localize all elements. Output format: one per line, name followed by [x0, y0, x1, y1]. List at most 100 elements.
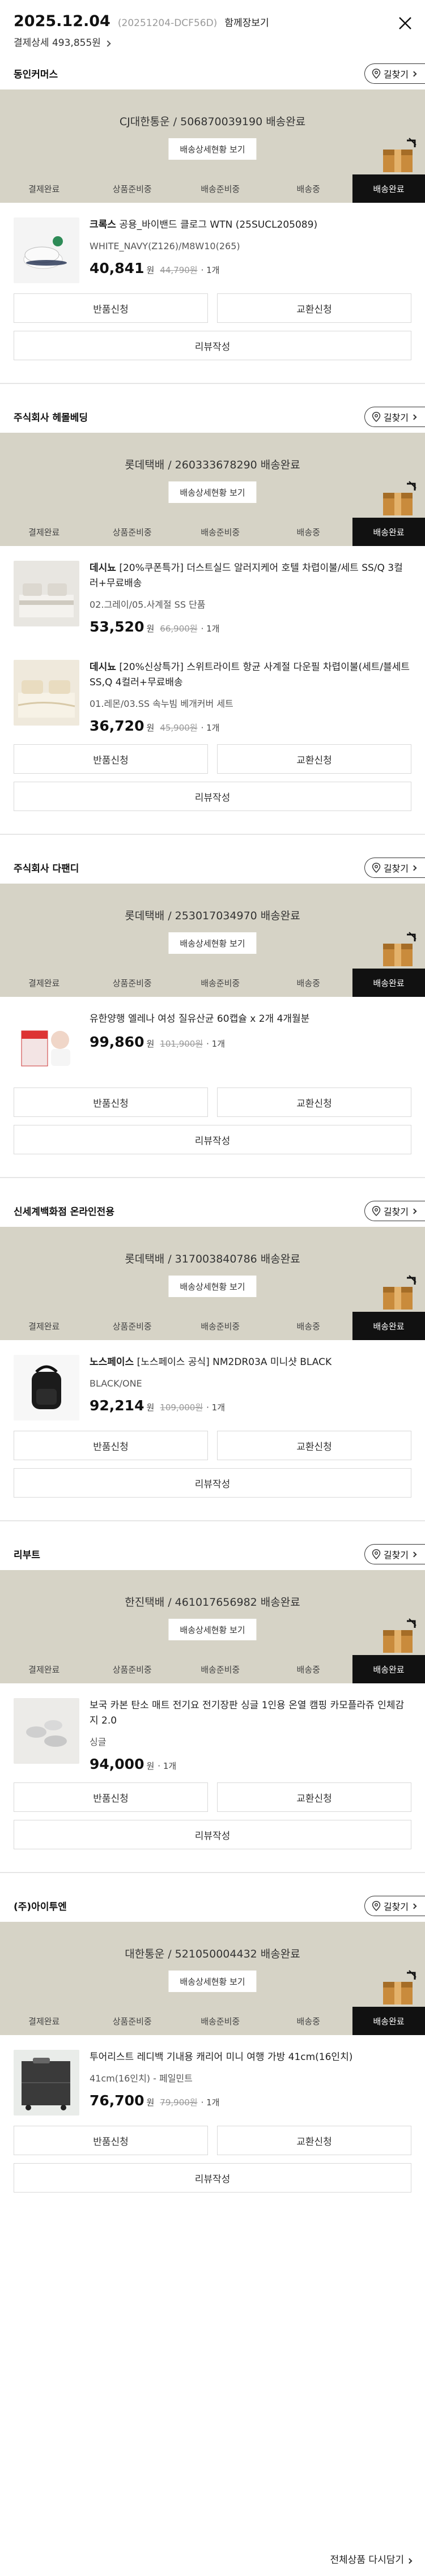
exchange-request-button[interactable]: 교환신청 — [217, 293, 411, 323]
return-label: 반품신청 — [93, 754, 129, 766]
return-request-button[interactable]: 반품신청 — [14, 293, 208, 323]
seller-group: (주)아이투엔 길찾기대한통운 / 521050004432 배송완료 배송상세현황… — [0, 1889, 425, 2193]
product-info: 크록스 공용_바이밴드 클로그 WTN (25SUCL205089) WHITE_… — [90, 217, 411, 283]
product-quantity: · 1개 — [201, 2097, 220, 2108]
delivery-detail-button[interactable]: 배송상세현황 보기 — [168, 1971, 257, 1992]
seller-name[interactable]: 리부트 — [14, 1547, 40, 1561]
write-review-button[interactable]: 리뷰작성 — [14, 2163, 411, 2193]
seller-bar: 리부트 길찾기 — [0, 1537, 425, 1570]
chevron-right-icon — [411, 71, 417, 76]
directions-button[interactable]: 길찾기 — [364, 407, 425, 427]
payment-detail-link[interactable]: 결제상세 493,855원 — [14, 35, 411, 49]
review-label: 리뷰작성 — [194, 792, 231, 804]
write-review-button[interactable]: 리뷰작성 — [14, 1820, 411, 1849]
original-price: 109,000원 — [160, 1402, 203, 1413]
directions-button[interactable]: 길찾기 — [364, 1544, 425, 1564]
order-action-buttons: 반품신청 교환신청리뷰작성 — [0, 293, 425, 360]
delivery-detail-button[interactable]: 배송상세현황 보기 — [168, 481, 257, 503]
directions-label: 길찾기 — [383, 863, 409, 874]
exchange-request-button[interactable]: 교환신청 — [217, 1782, 411, 1812]
seller-name[interactable]: (주)아이투엔 — [14, 1899, 67, 1913]
close-icon[interactable] — [398, 16, 413, 31]
directions-button[interactable]: 길찾기 — [364, 1896, 425, 1916]
write-review-button[interactable]: 리뷰작성 — [14, 1125, 411, 1154]
product-image[interactable] — [14, 1012, 79, 1077]
chevron-right-icon — [411, 414, 417, 420]
group-divider — [0, 834, 425, 835]
product-name: 유한양행 엘레나 여성 질유산균 60캡슐 x 2개 4개월분 — [90, 1013, 310, 1025]
product-price: 36,720 — [90, 718, 144, 734]
return-request-button[interactable]: 반품신청 — [14, 1087, 208, 1117]
seller-name[interactable]: 주식회사 다팬디 — [14, 860, 79, 875]
product-info: 투어리스트 레디백 기내용 캐리어 미니 여행 가방 41cm(16인치) 41c… — [90, 2050, 411, 2116]
product-item[interactable]: 보국 카본 탄소 매트 전기요 전기장판 싱글 1인용 온열 캠핑 카모플라쥬 … — [0, 1683, 425, 1782]
directions-button[interactable]: 길찾기 — [364, 63, 425, 84]
seller-name[interactable]: 신세계백화점 온라인전용 — [14, 1204, 114, 1218]
return-request-button[interactable]: 반품신청 — [14, 744, 208, 774]
seller-name[interactable]: 주식회사 헤몰베딩 — [14, 410, 88, 424]
order-header: 2025.12.04 (20251204-DCF56D) 함께장보기 결제상세 … — [0, 0, 425, 57]
delivery-status-panel: 롯데택배 / 260333678290 배송완료 배송상세현황 보기 결제완료 상품준… — [0, 433, 425, 546]
location-pin-icon — [372, 1206, 381, 1216]
delivery-detail-button[interactable]: 배송상세현황 보기 — [168, 1276, 257, 1297]
product-price: 94,000 — [90, 1756, 144, 1772]
write-review-button[interactable]: 리뷰작성 — [14, 331, 411, 360]
return-request-button[interactable]: 반품신청 — [14, 1782, 208, 1812]
product-item[interactable]: 데시뇨 [20%신상특가] 스위트라이트 항균 사계절 다운필 차렵이불(세트/… — [0, 645, 425, 744]
delivery-detail-button[interactable]: 배송상세현황 보기 — [168, 138, 257, 160]
return-label: 반품신청 — [93, 2136, 129, 2148]
product-image[interactable] — [14, 2050, 79, 2116]
product-image[interactable] — [14, 1355, 79, 1421]
product-brand: 데시뇨 — [90, 562, 116, 574]
seller-name[interactable]: 동인커머스 — [14, 66, 58, 80]
seller-bar: 동인커머스 길찾기 — [0, 57, 425, 89]
delivery-step: 상품준비중 — [112, 1321, 152, 1332]
product-item[interactable]: 데시뇨 [20%쿠폰특가] 더스트실드 알러지케어 호텔 차렵이불/세트 SS/… — [0, 546, 425, 645]
delivery-step: 배송준비중 — [201, 184, 240, 194]
exchange-request-button[interactable]: 교환신청 — [217, 2126, 411, 2155]
write-review-button[interactable]: 리뷰작성 — [14, 1468, 411, 1498]
product-item[interactable]: 노스페이스 [노스페이스 공식] NM2DR03A 미니샷 BLACK BLACK… — [0, 1340, 425, 1431]
directions-button[interactable]: 길찾기 — [364, 1201, 425, 1221]
exchange-label: 교환신청 — [296, 1441, 332, 1453]
exchange-request-button[interactable]: 교환신청 — [217, 1087, 411, 1117]
group-divider — [0, 1872, 425, 1873]
exchange-request-button[interactable]: 교환신청 — [217, 744, 411, 774]
product-price-row: 36,720 원 45,900원 · 1개 — [90, 718, 411, 734]
product-quantity: · 1개 — [201, 624, 220, 634]
product-image[interactable] — [14, 561, 79, 626]
product-image[interactable] — [14, 660, 79, 726]
directions-button[interactable]: 길찾기 — [364, 858, 425, 878]
product-price-row: 92,214 원 109,000원 · 1개 — [90, 1397, 411, 1414]
exchange-request-button[interactable]: 교환신청 — [217, 1431, 411, 1460]
exchange-label: 교환신청 — [296, 304, 332, 315]
review-label: 리뷰작성 — [194, 341, 231, 353]
delivery-status-panel: 대한통운 / 521050004432 배송완료 배송상세현황 보기 결제완료 상품준… — [0, 1922, 425, 2035]
delivery-step: 배송완료 — [352, 1312, 425, 1340]
delivery-status-panel: CJ대한통운 / 506870039190 배송완료 배송상세현황 보기 결제완료 상… — [0, 89, 425, 203]
product-option: BLACK/ONE — [90, 1378, 142, 1389]
delivery-detail-button[interactable]: 배송상세현황 보기 — [168, 1619, 257, 1640]
chevron-right-icon — [411, 1903, 417, 1909]
delivery-step: 상품준비중 — [112, 978, 152, 988]
delivery-detail-button[interactable]: 배송상세현황 보기 — [168, 932, 257, 954]
product-image[interactable] — [14, 217, 79, 283]
product-title: 투어리스트 레디백 기내용 캐리어 미니 여행 가방 41cm(16인치) — [90, 2050, 411, 2065]
return-request-button[interactable]: 반품신청 — [14, 2126, 208, 2155]
return-request-button[interactable]: 반품신청 — [14, 1431, 208, 1460]
product-info: 데시뇨 [20%쿠폰특가] 더스트실드 알러지케어 호텔 차렵이불/세트 SS/… — [90, 561, 411, 635]
delivery-steps: 결제완료 상품준비중 배송준비중 배송중 배송완료 — [0, 174, 425, 203]
product-item[interactable]: 유한양행 엘레나 여성 질유산균 60캡슐 x 2개 4개월분 99,860 원 10… — [0, 997, 425, 1087]
product-quantity: · 1개 — [201, 723, 220, 733]
receipt-link[interactable]: 함께장보기 — [224, 15, 269, 29]
chevron-right-icon — [411, 1551, 417, 1557]
product-item[interactable]: 크록스 공용_바이밴드 클로그 WTN (25SUCL205089) WHITE_… — [0, 203, 425, 293]
delivery-step: 상품준비중 — [112, 2016, 152, 2027]
product-image[interactable] — [14, 1698, 79, 1764]
product-price: 40,841 — [90, 260, 144, 276]
write-review-button[interactable]: 리뷰작성 — [14, 782, 411, 811]
product-info: 데시뇨 [20%신상특가] 스위트라이트 항균 사계절 다운필 차렵이불(세트/… — [90, 660, 411, 734]
add-all-to-cart-link[interactable]: 전체상품 다시담기 — [330, 2552, 413, 2566]
product-item[interactable]: 투어리스트 레디백 기내용 캐리어 미니 여행 가방 41cm(16인치) 41c… — [0, 2035, 425, 2126]
delivery-step: 배송중 — [296, 1664, 320, 1675]
